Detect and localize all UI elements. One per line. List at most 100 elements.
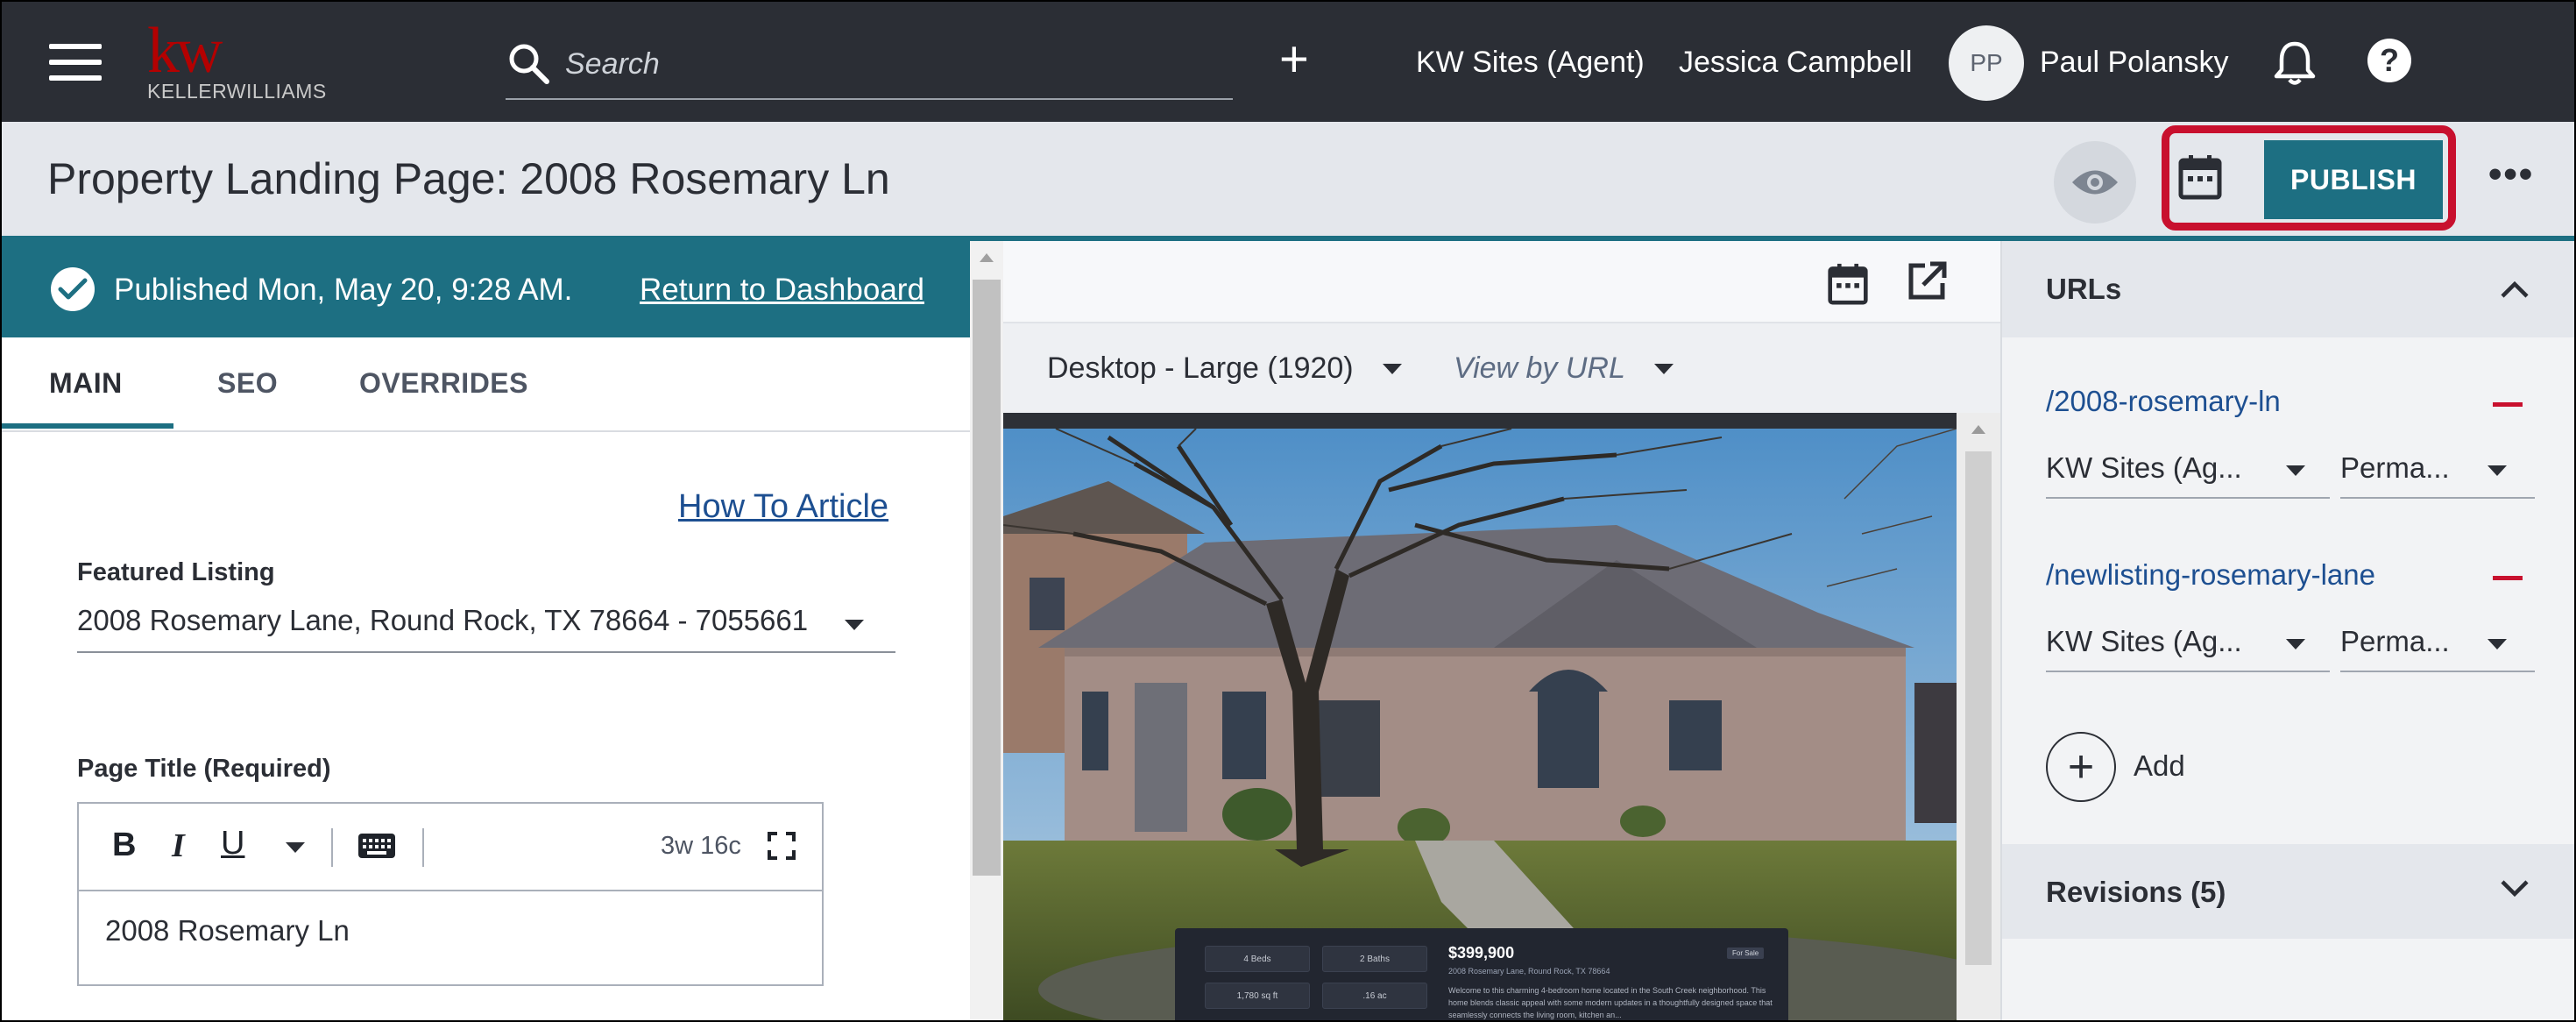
beds-chip: 4 Beds <box>1205 946 1310 972</box>
eye-icon <box>2072 170 2118 195</box>
toolbar-divider <box>422 828 424 867</box>
status-badge: For Sale <box>1727 947 1765 959</box>
revisions-section-header[interactable]: Revisions (5) <box>2002 844 2574 939</box>
acres-chip: .16 ac <box>1322 983 1427 1009</box>
featured-listing-value: 2008 Rosemary Lane, Round Rock, TX 78664… <box>77 604 809 636</box>
chevron-down-icon <box>845 620 864 630</box>
bold-button[interactable]: B <box>112 827 136 864</box>
chevron-up-icon[interactable] <box>2500 280 2530 299</box>
how-to-article-link[interactable]: How To Article <box>678 488 888 526</box>
url-type-value: Perma... <box>2340 451 2450 484</box>
chevron-down-icon <box>1653 364 1674 374</box>
page-title: Property Landing Page: 2008 Rosemary Ln <box>47 154 890 203</box>
site-switcher[interactable]: KW Sites (Agent) <box>1416 46 1645 80</box>
app-window: kw KELLERWILLIAMS Search + KW Sites (Age… <box>0 0 2576 1022</box>
logo-mark: kw <box>147 15 223 87</box>
chevron-down-icon <box>2488 465 2507 476</box>
logo-text: KELLERWILLIAMS <box>147 80 327 103</box>
sqft-chip: 1,780 sq ft <box>1205 983 1310 1009</box>
help-icon[interactable]: ? <box>2367 39 2411 82</box>
device-size-select[interactable]: Desktop - Large (1920) <box>1047 351 1403 386</box>
schedule-calendar-icon[interactable] <box>2177 153 2223 201</box>
page-header: Property Landing Page: 2008 Rosemary Ln … <box>2 122 2574 236</box>
view-by-url-value: View by URL <box>1454 351 1625 385</box>
plus-icon[interactable]: + <box>1279 33 1309 86</box>
baths-chip: 2 Baths <box>1322 946 1427 972</box>
url-site-value: KW Sites (Ag... <box>2046 451 2242 484</box>
url-link-1[interactable]: /2008-rosemary-ln <box>2046 385 2281 418</box>
view-by-url-select[interactable]: View by URL <box>1454 351 1674 386</box>
scroll-up-arrow-icon[interactable] <box>980 253 994 262</box>
urls-section-header[interactable]: URLs <box>2002 241 2574 337</box>
featured-listing-label: Featured Listing <box>77 558 275 586</box>
scroll-up-arrow-icon[interactable] <box>1971 425 1985 434</box>
tab-main[interactable]: MAIN <box>49 367 123 400</box>
published-banner: Published Mon, May 20, 9:28 AM. Return t… <box>2 241 970 337</box>
url-site-select-1[interactable]: KW Sites (Ag... <box>2046 444 2330 499</box>
page-title-label: Page Title (Required) <box>77 755 331 783</box>
return-to-dashboard-link[interactable]: Return to Dashboard <box>640 273 924 308</box>
published-status: Published Mon, May 20, 9:28 AM. <box>114 273 573 307</box>
toolbar-divider <box>331 828 333 867</box>
top-navigation: kw KELLERWILLIAMS Search + KW Sites (Age… <box>2 2 2574 122</box>
format-dropdown-icon[interactable] <box>286 842 305 853</box>
remove-url-icon[interactable] <box>2493 576 2523 580</box>
chevron-down-icon <box>1383 364 1403 374</box>
revisions-title: Revisions (5) <box>2046 876 2226 908</box>
scrollbar-thumb[interactable] <box>973 280 1001 876</box>
active-tab-indicator <box>2 423 173 429</box>
preview-scrollbar[interactable] <box>1957 413 2000 1020</box>
chevron-down-icon <box>2286 639 2305 649</box>
user-name[interactable]: Paul Polansky <box>2040 46 2228 80</box>
preview-panel: Desktop - Large (1920) View by URL 4 Bed… <box>1003 241 2000 1020</box>
tab-seo[interactable]: SEO <box>217 367 278 400</box>
open-in-new-icon[interactable] <box>1906 260 1948 302</box>
listing-price: $399,900 <box>1448 944 1515 962</box>
featured-listing-select[interactable]: 2008 Rosemary Lane, Round Rock, TX 78664… <box>77 597 895 653</box>
preview-button[interactable] <box>2054 141 2136 224</box>
editor-tabs: MAIN SEO OVERRIDES <box>2 337 970 432</box>
keyboard-icon[interactable] <box>357 832 396 860</box>
chevron-down-icon <box>2286 465 2305 476</box>
calendar-icon[interactable] <box>1827 262 1869 306</box>
search-placeholder: Search <box>565 47 660 81</box>
bell-icon[interactable] <box>2273 40 2317 86</box>
fullscreen-icon[interactable] <box>768 832 796 860</box>
url-type-select-2[interactable]: Perma... <box>2340 618 2535 672</box>
kw-logo[interactable]: kw KELLERWILLIAMS <box>147 15 327 103</box>
urls-title: URLs <box>2046 273 2122 305</box>
check-circle-icon <box>51 267 95 311</box>
page-title-editor: B I U 3w 16c 2008 Rosemary Ln <box>77 802 824 986</box>
avatar[interactable]: PP <box>1949 25 2024 101</box>
listing-address: 2008 Rosemary Lane, Round Rock, TX 78664 <box>1448 967 1610 976</box>
search-input[interactable]: Search <box>506 40 1233 100</box>
tab-overrides[interactable]: OVERRIDES <box>359 367 528 400</box>
chevron-down-icon[interactable] <box>2500 879 2530 898</box>
add-url-plus-icon[interactable]: + <box>2046 732 2116 802</box>
url-site-select-2[interactable]: KW Sites (Ag... <box>2046 618 2330 672</box>
editor-panel: Published Mon, May 20, 9:28 AM. Return t… <box>2 241 970 1020</box>
url-link-2[interactable]: /newlisting-rosemary-lane <box>2046 558 2375 592</box>
menu-icon[interactable] <box>49 44 102 81</box>
device-size-value: Desktop - Large (1920) <box>1047 351 1354 385</box>
settings-panel: URLs /2008-rosemary-ln KW Sites (Ag... P… <box>2000 241 2574 1020</box>
underline-button[interactable]: U <box>221 825 244 862</box>
remove-url-icon[interactable] <box>2493 402 2523 407</box>
more-options-icon[interactable]: ••• <box>2488 155 2534 194</box>
url-type-select-1[interactable]: Perma... <box>2340 444 2535 499</box>
url-site-value: KW Sites (Ag... <box>2046 625 2242 657</box>
listing-description: Welcome to this charming 4-bedroom home … <box>1448 986 1773 1019</box>
rich-text-toolbar: B I U 3w 16c <box>79 804 822 891</box>
agent-switcher[interactable]: Jessica Campbell <box>1679 46 1912 80</box>
search-icon <box>509 44 549 84</box>
italic-button[interactable]: I <box>172 827 185 865</box>
word-count: 3w 16c <box>661 832 741 860</box>
scrollbar-thumb[interactable] <box>1965 451 1992 965</box>
add-url-button[interactable]: Add <box>2134 749 2185 783</box>
publish-button[interactable]: PUBLISH <box>2264 140 2443 219</box>
editor-scrollbar[interactable] <box>970 241 1003 1020</box>
url-type-value: Perma... <box>2340 625 2450 657</box>
page-title-input[interactable]: 2008 Rosemary Ln <box>105 914 350 947</box>
listing-card: 4 Beds 2 Baths 1,780 sq ft .16 ac $399,9… <box>1175 928 1788 1020</box>
preview-toolbar <box>1003 241 2000 323</box>
